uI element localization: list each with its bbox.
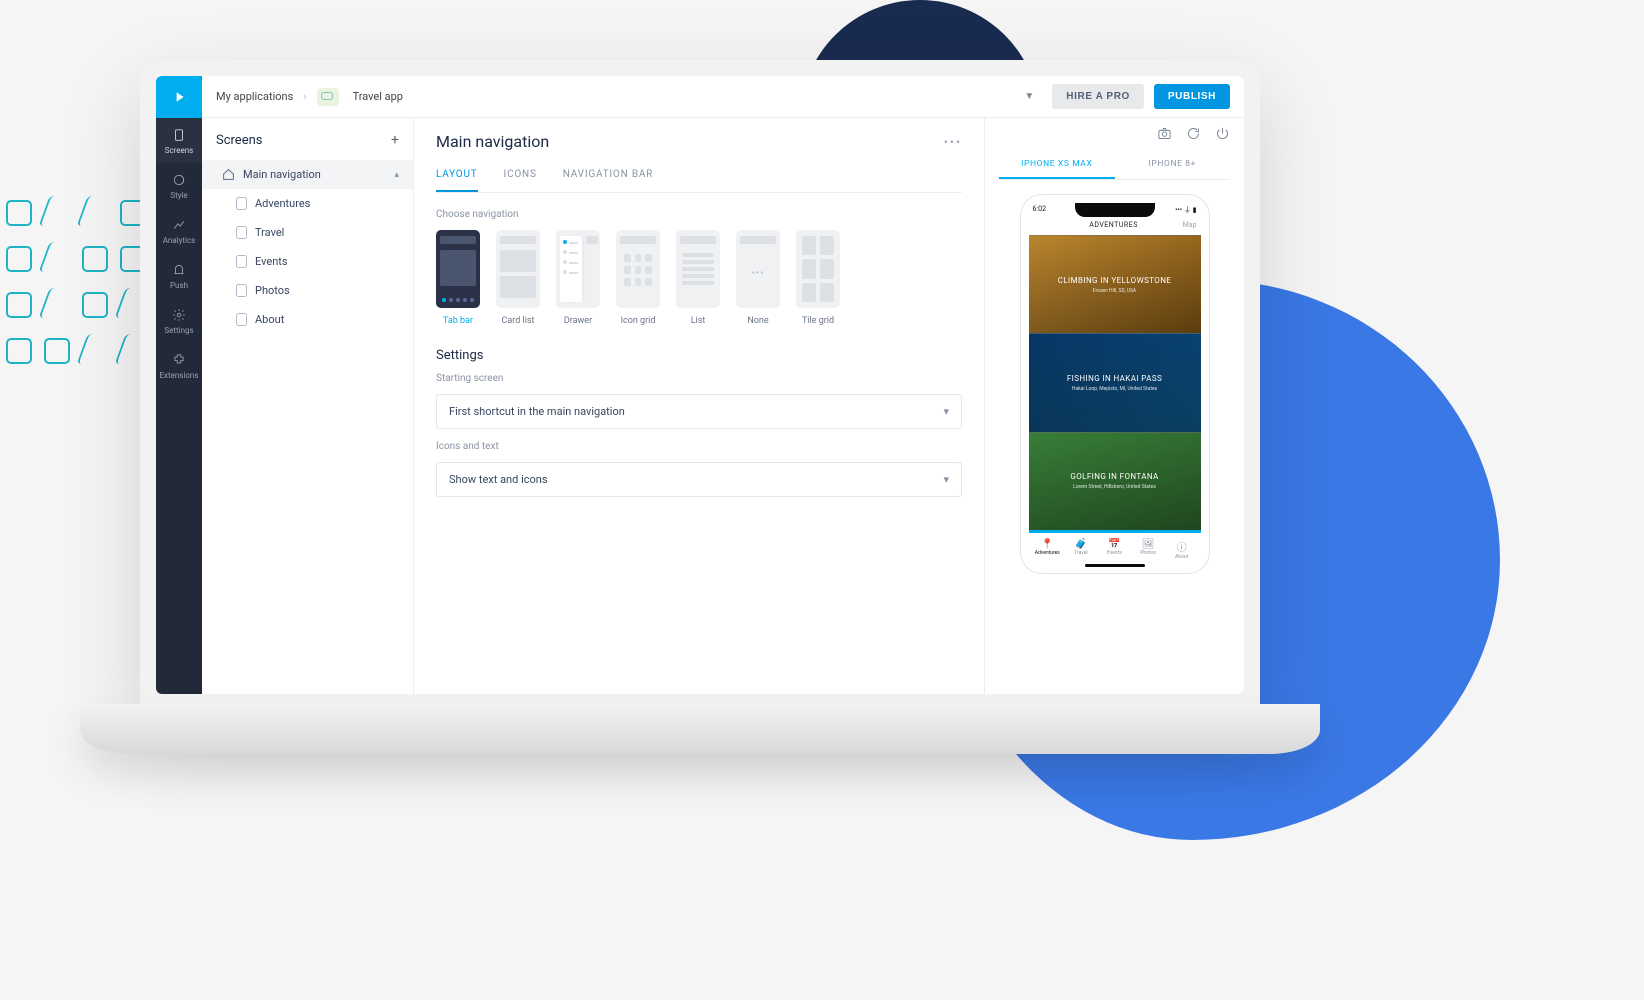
nav-option-tile-grid[interactable]: Tile grid	[796, 230, 840, 326]
device-preview: 6:02 ••• ⏚ ▮ ADVENTURES Map CLIMBING IN …	[1020, 194, 1210, 574]
preview-card: GOLFING IN FONTANA Lorem Street, Hillsbo…	[1029, 432, 1201, 533]
device-tabbar: 📍Adventures 🧳Travel 📅Events 🖼Photos ⓘAbo…	[1029, 533, 1201, 560]
app-logo[interactable]	[156, 76, 202, 118]
rail-push[interactable]: Push	[156, 253, 202, 298]
tree-item-photos[interactable]: Photos	[202, 276, 413, 305]
nav-option-none[interactable]: ••• None	[736, 230, 780, 326]
device-header-map: Map	[1183, 221, 1197, 229]
tab-icons[interactable]: ICONS	[504, 169, 537, 192]
nav-option-icon-grid[interactable]: Icon grid	[616, 230, 660, 326]
breadcrumb: My applications › Travel app	[202, 88, 403, 106]
icons-text-select[interactable]: Show text and icons ▾	[436, 462, 962, 497]
caret-up-icon: ▴	[394, 170, 399, 180]
chevron-down-icon: ▾	[943, 405, 949, 418]
tabbar-photos: 🖼Photos	[1131, 539, 1165, 560]
tree-item-travel[interactable]: Travel	[202, 218, 413, 247]
preview-tab-iphone-xs-max[interactable]: IPHONE XS MAX	[999, 153, 1115, 179]
tabbar-events: 📅Events	[1098, 539, 1132, 560]
preview-card: CLIMBING IN YELLOWSTONE Frozen Hill, SD,…	[1029, 235, 1201, 333]
icons-text-label: Icons and text	[436, 441, 962, 452]
preview-tab-iphone-8-plus[interactable]: IPHONE 8+	[1115, 153, 1231, 179]
push-icon	[156, 263, 202, 277]
breadcrumb-app[interactable]: Travel app	[353, 90, 403, 103]
breadcrumb-root[interactable]: My applications	[216, 90, 293, 103]
add-screen-button[interactable]: +	[391, 132, 399, 148]
screen-icon	[236, 226, 247, 239]
rail-extensions[interactable]: Extensions	[156, 343, 202, 388]
starting-screen-label: Starting screen	[436, 373, 962, 384]
tab-layout[interactable]: LAYOUT	[436, 169, 478, 192]
tabbar-adventures: 📍Adventures	[1031, 539, 1065, 560]
screen-icon	[236, 255, 247, 268]
sidebar-rail: Screens Style Analytics Push Settings	[156, 118, 202, 694]
calendar-icon: 📅	[1098, 539, 1132, 550]
nav-option-card-list[interactable]: Card list	[496, 230, 540, 326]
screen-icon	[236, 284, 247, 297]
starting-screen-select[interactable]: First shortcut in the main navigation ▾	[436, 394, 962, 429]
power-icon[interactable]	[1215, 126, 1230, 141]
tab-navigation-bar[interactable]: NAVIGATION BAR	[563, 169, 653, 192]
pin-icon: 📍	[1031, 539, 1065, 550]
hire-a-pro-button[interactable]: HIRE A PRO	[1052, 84, 1144, 109]
gear-icon	[156, 308, 202, 322]
status-icons: ••• ⏚ ▮	[1175, 205, 1196, 215]
tabbar-travel: 🧳Travel	[1064, 539, 1098, 560]
rail-settings[interactable]: Settings	[156, 298, 202, 343]
device-time: 6:02	[1033, 205, 1047, 215]
tree-item-about[interactable]: About	[202, 305, 413, 334]
camera-icon[interactable]	[1157, 126, 1172, 141]
chevron-down-icon[interactable]: ▼	[1024, 91, 1034, 102]
bag-icon: 🧳	[1064, 539, 1098, 550]
extensions-icon	[156, 353, 202, 367]
home-icon	[222, 168, 235, 181]
publish-button[interactable]: PUBLISH	[1154, 84, 1230, 109]
refresh-icon[interactable]	[1186, 126, 1201, 141]
rail-screens[interactable]: Screens	[156, 118, 202, 163]
page-title: Main navigation	[436, 132, 549, 151]
tree-item-adventures[interactable]: Adventures	[202, 189, 413, 218]
photo-icon: 🖼	[1131, 539, 1165, 550]
more-menu-icon[interactable]: •••	[944, 135, 962, 149]
screens-title: Screens	[216, 133, 262, 148]
preview-card: FISHING IN HAKAI PASS Hakai Loop, Mepist…	[1029, 333, 1201, 431]
tabbar-about: ⓘAbout	[1165, 539, 1199, 560]
tree-item-events[interactable]: Events	[202, 247, 413, 276]
screens-icon	[156, 128, 202, 142]
choose-navigation-label: Choose navigation	[436, 209, 962, 220]
rail-analytics[interactable]: Analytics	[156, 208, 202, 253]
screen-icon	[236, 197, 247, 210]
device-header-title: ADVENTURES	[1045, 221, 1183, 229]
rail-style[interactable]: Style	[156, 163, 202, 208]
screen-icon	[236, 313, 247, 326]
chevron-down-icon: ▾	[943, 473, 949, 486]
style-icon	[156, 173, 202, 187]
nav-option-tab-bar[interactable]: Tab bar	[436, 230, 480, 326]
app-icon	[317, 88, 339, 106]
nav-option-list[interactable]: List	[676, 230, 720, 326]
info-icon: ⓘ	[1165, 539, 1199, 554]
analytics-icon	[156, 218, 202, 232]
settings-title: Settings	[436, 348, 962, 363]
nav-option-drawer[interactable]: Drawer	[556, 230, 600, 326]
tree-item-main-navigation[interactable]: Main navigation ▴	[202, 160, 413, 189]
